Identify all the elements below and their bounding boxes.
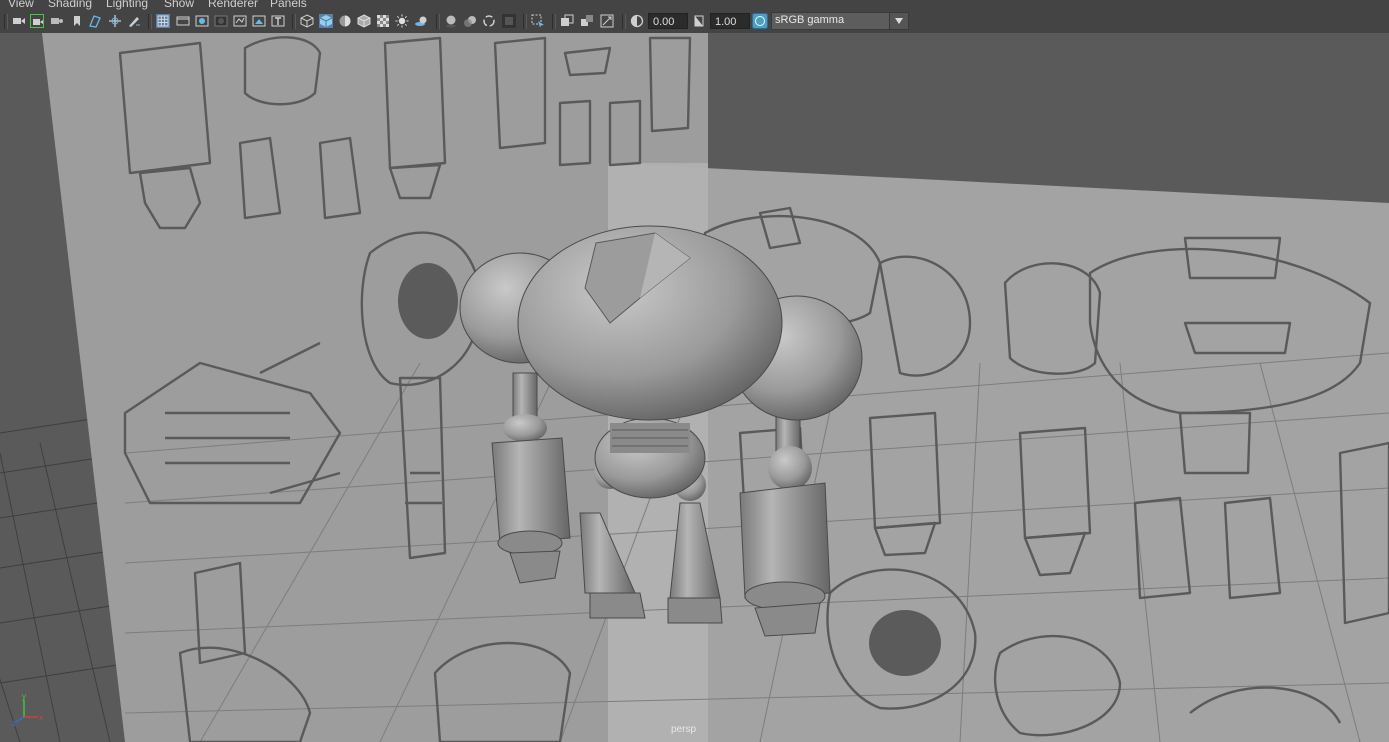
camera-bookmark-icon[interactable] bbox=[50, 14, 64, 28]
panel-menu-bar: View Shading Lighting Show Renderer Pane… bbox=[0, 0, 1389, 10]
toolbar-separator bbox=[523, 14, 527, 29]
toolbar-separator bbox=[622, 14, 626, 29]
sketch-eye-left bbox=[398, 263, 458, 339]
menu-shading[interactable]: Shading bbox=[48, 0, 92, 10]
viewport-persp[interactable]: y x z persp bbox=[0, 33, 1389, 742]
depth-of-field-icon[interactable] bbox=[502, 14, 516, 28]
use-lights-icon[interactable] bbox=[395, 14, 409, 28]
camera-attributes-icon[interactable] bbox=[30, 14, 44, 28]
xray-icon[interactable] bbox=[560, 14, 574, 28]
isolate-select-icon[interactable] bbox=[531, 14, 545, 28]
xray-joints-icon[interactable] bbox=[580, 14, 594, 28]
safe-action-icon[interactable] bbox=[252, 14, 266, 28]
motion-blur-icon[interactable] bbox=[463, 14, 477, 28]
anti-aliasing-icon[interactable] bbox=[482, 14, 496, 28]
viewport-scene bbox=[0, 33, 1389, 742]
toolbar-separator bbox=[4, 14, 8, 29]
wireframe-icon[interactable] bbox=[300, 14, 314, 28]
toolbar-separator bbox=[292, 14, 296, 29]
ambient-occlusion-icon[interactable] bbox=[444, 14, 458, 28]
exposure-icon[interactable] bbox=[630, 14, 644, 28]
shadows-icon[interactable] bbox=[414, 14, 428, 28]
color-space-dropdown[interactable]: sRGB gamma bbox=[771, 12, 909, 30]
menu-panels[interactable]: Panels bbox=[270, 0, 307, 10]
toolbar-separator bbox=[436, 14, 440, 29]
toolbar-separator bbox=[148, 14, 152, 29]
gamma-icon[interactable] bbox=[692, 14, 706, 28]
menu-view[interactable]: View bbox=[8, 0, 34, 10]
grid-icon[interactable] bbox=[156, 14, 170, 28]
color-management-icon[interactable] bbox=[752, 13, 768, 29]
camera-name-label: persp bbox=[671, 724, 697, 735]
default-material-icon[interactable] bbox=[357, 14, 371, 28]
menu-renderer[interactable]: Renderer bbox=[208, 0, 258, 10]
grease-pencil-icon[interactable] bbox=[127, 14, 141, 28]
camera-icon[interactable] bbox=[12, 14, 26, 28]
smooth-shade-icon[interactable] bbox=[319, 14, 333, 28]
image-plane-icon[interactable] bbox=[88, 14, 102, 28]
svg-text:x: x bbox=[39, 713, 43, 722]
safe-title-icon[interactable] bbox=[271, 14, 285, 28]
menu-lighting[interactable]: Lighting bbox=[106, 0, 148, 10]
bookmark-icon[interactable] bbox=[70, 14, 84, 28]
textured-icon[interactable] bbox=[376, 14, 390, 28]
sketch-eye-bottom bbox=[869, 610, 941, 676]
pan-zoom-icon[interactable] bbox=[108, 14, 122, 28]
axis-gizmo: y x z bbox=[12, 691, 48, 730]
menu-show[interactable]: Show bbox=[164, 0, 194, 10]
color-space-value: sRGB gamma bbox=[775, 14, 845, 26]
panel-toolbar: 0.00 1.00 sRGB gamma bbox=[0, 10, 1389, 34]
wireframe-on-shaded-icon[interactable] bbox=[338, 14, 352, 28]
field-chart-icon[interactable] bbox=[233, 14, 247, 28]
gate-mask-icon[interactable] bbox=[214, 14, 228, 28]
xray-active-icon[interactable] bbox=[600, 14, 614, 28]
chevron-down-icon[interactable] bbox=[889, 13, 908, 29]
film-gate-icon[interactable] bbox=[176, 14, 190, 28]
gamma-field[interactable]: 1.00 bbox=[710, 13, 750, 29]
toolbar-separator bbox=[552, 14, 556, 29]
exposure-field[interactable]: 0.00 bbox=[648, 13, 688, 29]
resolution-gate-icon[interactable] bbox=[195, 14, 209, 28]
svg-text:y: y bbox=[22, 692, 26, 701]
svg-text:z: z bbox=[12, 719, 16, 727]
